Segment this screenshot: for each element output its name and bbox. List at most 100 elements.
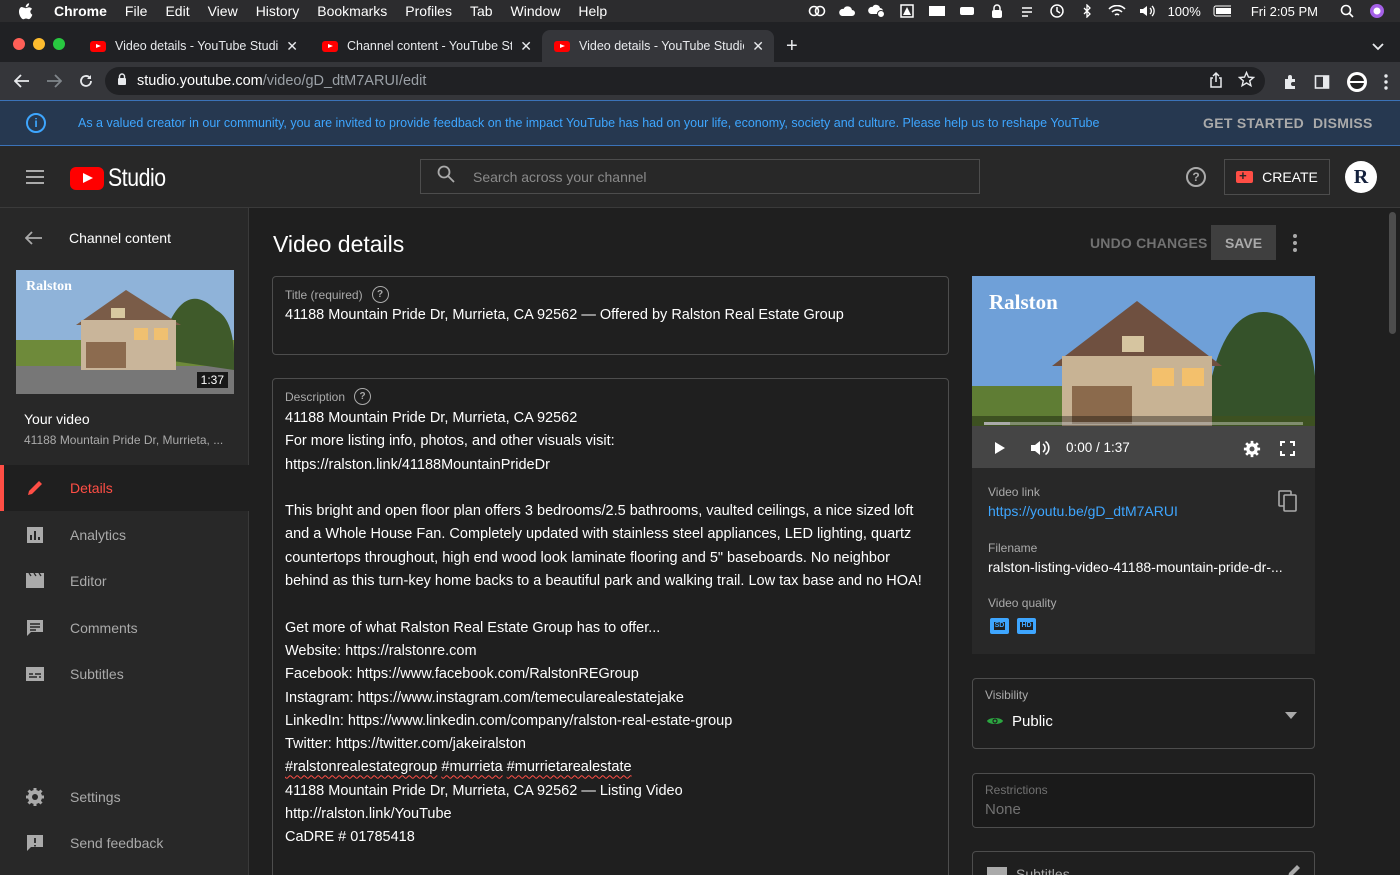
volume-icon[interactable] bbox=[1030, 439, 1052, 457]
lock-icon[interactable] bbox=[117, 73, 127, 89]
sidebar-item-analytics[interactable]: Analytics bbox=[0, 512, 249, 558]
apple-icon[interactable] bbox=[18, 2, 36, 20]
menu-window[interactable]: Window bbox=[511, 3, 561, 19]
wifi-icon[interactable] bbox=[1107, 4, 1126, 18]
help-icon[interactable]: ? bbox=[371, 286, 389, 303]
undo-changes-button[interactable]: UNDO CHANGES bbox=[1090, 235, 1208, 251]
cloud-icon[interactable] bbox=[838, 4, 856, 18]
creative-cloud-icon[interactable] bbox=[808, 4, 826, 18]
search-icon[interactable] bbox=[437, 165, 455, 188]
spotlight-icon[interactable] bbox=[1338, 4, 1356, 18]
share-icon[interactable] bbox=[1208, 71, 1224, 93]
menu-app-chrome[interactable]: Chrome bbox=[54, 3, 107, 19]
sidebar-item-settings[interactable]: Settings bbox=[0, 774, 249, 820]
player-settings-gear-icon[interactable] bbox=[1243, 440, 1261, 458]
youtube-favicon-icon bbox=[322, 40, 338, 52]
back-to-channel-content[interactable]: Channel content bbox=[25, 230, 171, 246]
menu-tab[interactable]: Tab bbox=[470, 3, 493, 19]
playback-progress-bar[interactable] bbox=[984, 422, 1303, 425]
scrollbar-thumb[interactable] bbox=[1389, 212, 1396, 334]
video-link-label: Video link bbox=[988, 485, 1040, 499]
menu-bookmarks[interactable]: Bookmarks bbox=[317, 3, 387, 19]
sidebar-item-send-feedback[interactable]: Send feedback bbox=[0, 820, 249, 866]
save-button[interactable]: SAVE bbox=[1211, 225, 1276, 260]
bolt-icon[interactable] bbox=[1018, 4, 1036, 18]
menu-view[interactable]: View bbox=[208, 3, 238, 19]
title-value[interactable]: 41188 Mountain Pride Dr, Murrieta, CA 92… bbox=[285, 307, 844, 323]
create-button[interactable]: CREATE bbox=[1224, 159, 1330, 195]
tab-close-icon[interactable]: ✕ bbox=[286, 38, 298, 55]
menu-help[interactable]: Help bbox=[578, 3, 607, 19]
video-player[interactable]: Ralston 0:00 / 1:37 bbox=[972, 276, 1315, 468]
description-field[interactable]: Description ? 41188 Mountain Pride Dr, M… bbox=[272, 378, 949, 875]
volume-icon[interactable] bbox=[1138, 4, 1156, 18]
fullscreen-icon[interactable] bbox=[1280, 441, 1295, 456]
address-bar[interactable]: studio.youtube.com/video/gD_dtM7ARUI/edi… bbox=[105, 67, 1265, 95]
minimize-window-button[interactable] bbox=[33, 38, 45, 50]
siri-icon[interactable] bbox=[1368, 4, 1386, 18]
cloud-error-icon[interactable] bbox=[867, 4, 886, 18]
youtube-studio-logo[interactable]: Studio bbox=[70, 164, 176, 193]
battery-icon[interactable] bbox=[1213, 4, 1231, 18]
eye-icon bbox=[987, 718, 1003, 724]
description-text[interactable]: 41188 Mountain Pride Dr, Murrieta, CA 92… bbox=[285, 407, 935, 850]
lock-icon[interactable] bbox=[988, 4, 1006, 18]
video-title-subtext: 41188 Mountain Pride Dr, Murrieta, ... bbox=[24, 433, 224, 447]
dismiss-button[interactable]: DISMISS bbox=[1313, 115, 1373, 131]
filename-value: ralston-listing-video-41188-mountain-pri… bbox=[988, 559, 1283, 575]
menu-profiles[interactable]: Profiles bbox=[405, 3, 452, 19]
tab-close-icon[interactable]: ✕ bbox=[520, 38, 532, 55]
visibility-select[interactable]: Visibility Public bbox=[972, 678, 1315, 749]
copy-icon[interactable] bbox=[1278, 490, 1298, 512]
player-controls: 0:00 / 1:37 bbox=[972, 432, 1315, 464]
bluetooth-icon[interactable] bbox=[1078, 4, 1096, 18]
tab-close-icon[interactable]: ✕ bbox=[752, 38, 764, 55]
extensions-puzzle-icon[interactable] bbox=[1282, 74, 1298, 95]
youtube-favicon-icon bbox=[554, 40, 570, 52]
browser-tab-2[interactable]: Channel content - YouTube Stu ✕ bbox=[310, 30, 542, 62]
edit-pencil-icon[interactable] bbox=[1287, 864, 1301, 875]
help-icon[interactable]: ? bbox=[1186, 167, 1206, 187]
page-scrollbar[interactable] bbox=[1386, 208, 1400, 875]
create-video-icon bbox=[1236, 168, 1254, 183]
reload-icon[interactable] bbox=[76, 71, 96, 91]
video-thumbnail[interactable]: Ralston 1:37 bbox=[16, 270, 234, 394]
get-started-button[interactable]: GET STARTED bbox=[1203, 115, 1304, 131]
forward-arrow-icon[interactable] bbox=[44, 71, 64, 91]
side-panel-icon[interactable] bbox=[1314, 74, 1330, 95]
help-icon[interactable]: ? bbox=[354, 388, 372, 405]
clock[interactable]: Fri 2:05 PM bbox=[1251, 4, 1318, 19]
chrome-menu-icon[interactable] bbox=[1384, 74, 1388, 95]
pencil-icon bbox=[28, 481, 42, 495]
drive-icon[interactable] bbox=[898, 4, 916, 18]
close-window-button[interactable] bbox=[13, 38, 25, 50]
zoom-window-button[interactable] bbox=[53, 38, 65, 50]
url-path: /video/gD_dtM7ARUI/edit bbox=[262, 73, 427, 89]
display-icon[interactable] bbox=[958, 4, 976, 18]
menu-edit[interactable]: Edit bbox=[165, 3, 189, 19]
browser-tab-1[interactable]: Video details - YouTube Studio ✕ bbox=[78, 30, 308, 62]
new-tab-plus-icon[interactable]: + bbox=[786, 36, 798, 56]
profile-avatar-icon[interactable] bbox=[1346, 71, 1368, 98]
hamburger-menu-icon[interactable] bbox=[26, 170, 44, 188]
account-avatar[interactable]: R bbox=[1345, 161, 1377, 193]
tab-search-chevron-icon[interactable] bbox=[1372, 40, 1384, 54]
back-arrow-icon[interactable] bbox=[12, 71, 32, 91]
subtitles-row[interactable]: Subtitles bbox=[972, 851, 1315, 875]
bookmark-star-icon[interactable] bbox=[1237, 70, 1256, 93]
sidebar-item-subtitles[interactable]: Subtitles bbox=[0, 651, 249, 697]
menu-history[interactable]: History bbox=[256, 3, 300, 19]
sidebar-item-comments[interactable]: Comments bbox=[0, 605, 249, 651]
search-input[interactable] bbox=[473, 168, 953, 185]
time-machine-icon[interactable] bbox=[1048, 4, 1066, 18]
more-options-icon[interactable] bbox=[1293, 234, 1297, 255]
title-field[interactable]: Title (required) ? 41188 Mountain Pride … bbox=[272, 276, 949, 355]
sidebar-item-details[interactable]: Details bbox=[0, 465, 249, 511]
browser-tab-3-active[interactable]: Video details - YouTube Studio ✕ bbox=[542, 30, 774, 62]
dropdown-arrow-icon[interactable] bbox=[1285, 712, 1297, 719]
menu-file[interactable]: File bbox=[125, 3, 148, 19]
sync-icon[interactable] bbox=[928, 4, 946, 18]
sidebar-item-editor[interactable]: Editor bbox=[0, 558, 249, 604]
play-icon[interactable] bbox=[994, 441, 1006, 455]
video-link[interactable]: https://youtu.be/gD_dtM7ARUI bbox=[988, 503, 1178, 519]
